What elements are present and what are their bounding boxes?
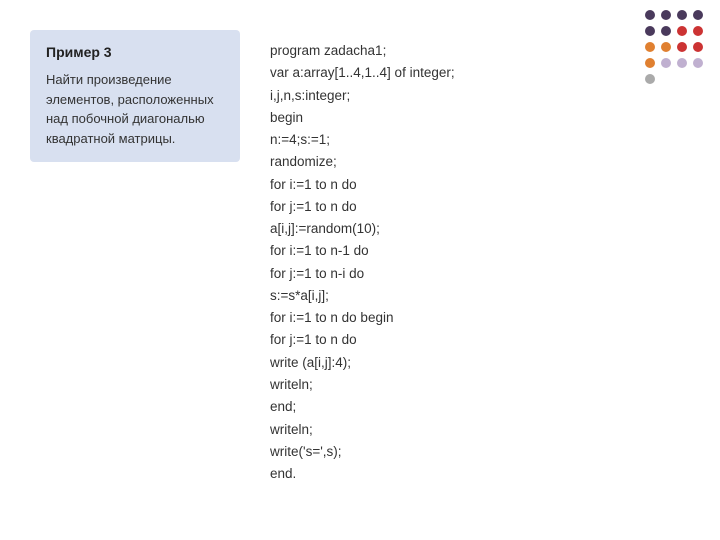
dot	[677, 74, 687, 84]
dot	[677, 42, 687, 52]
dot	[645, 42, 655, 52]
dot	[661, 26, 671, 36]
code-block: program zadacha1; var a:array[1..4,1..4]…	[270, 40, 690, 485]
dot	[677, 10, 687, 20]
dot	[661, 74, 671, 84]
code-panel: program zadacha1; var a:array[1..4,1..4]…	[270, 30, 700, 495]
dot	[677, 58, 687, 68]
dot	[661, 42, 671, 52]
dot	[645, 58, 655, 68]
dot	[693, 58, 703, 68]
example-title: Пример 3	[46, 44, 224, 60]
dot	[693, 10, 703, 20]
dot	[661, 10, 671, 20]
dot	[645, 74, 655, 84]
dots-decoration	[645, 10, 705, 86]
page-container: Пример 3 Найти произведение элементов, р…	[0, 0, 720, 540]
dot	[661, 58, 671, 68]
dot	[693, 42, 703, 52]
left-panel: Пример 3 Найти произведение элементов, р…	[30, 30, 240, 162]
dot	[677, 26, 687, 36]
example-description: Найти произведение элементов, расположен…	[46, 70, 224, 148]
dot	[693, 26, 703, 36]
dot	[645, 10, 655, 20]
dot	[693, 74, 703, 84]
dot	[645, 26, 655, 36]
